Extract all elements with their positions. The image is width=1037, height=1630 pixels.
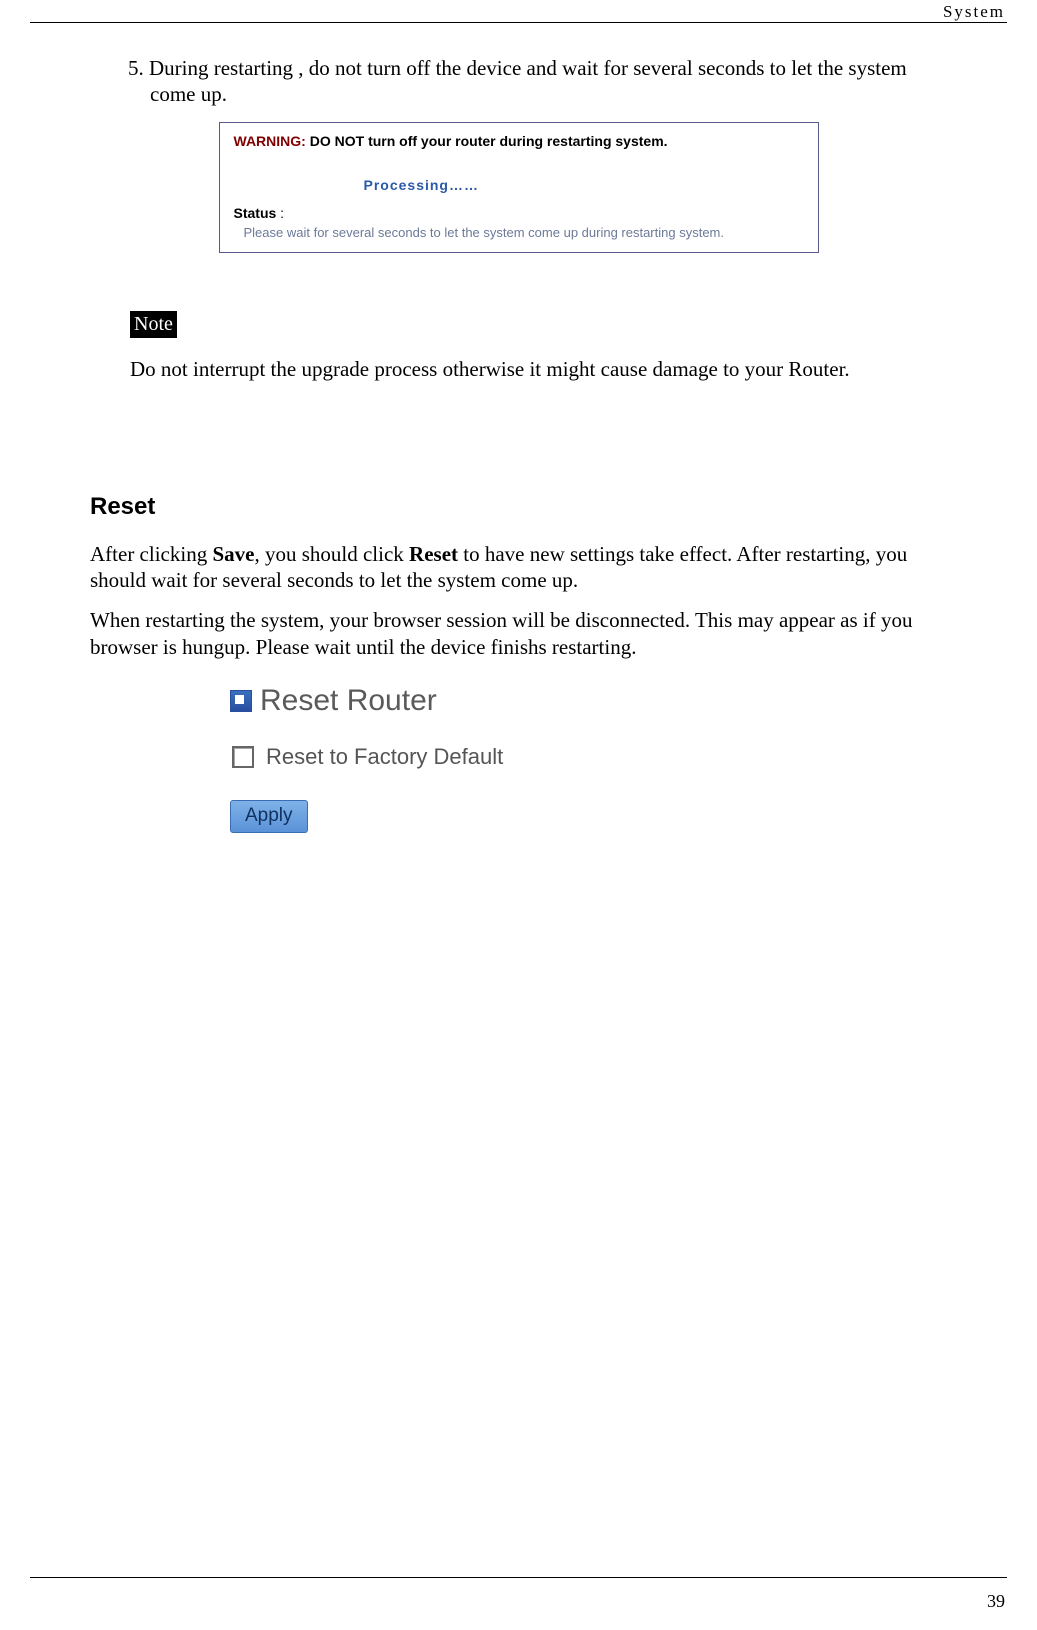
warning-rest: turn off your router during restarting s… [368, 133, 667, 149]
warning-box: WARNING: DO NOT turn off your router dur… [219, 122, 819, 253]
content: 5. During restarting , do not turn off t… [90, 0, 947, 833]
step-text: During restarting , do not turn off the … [149, 56, 907, 106]
reset-panel-icon [230, 690, 252, 712]
reset-p1-a: After clicking [90, 542, 212, 566]
status-line: Status : Please wait for several seconds… [234, 205, 804, 240]
status-label: Status [234, 205, 277, 221]
warning-prefix: WARNING: [234, 133, 306, 149]
footer-rule [30, 1577, 1007, 1578]
note-badge: Note [130, 311, 177, 338]
header-rule [30, 22, 1007, 23]
reset-factory-row: Reset to Factory Default [232, 744, 947, 770]
processing-label: Processing…… [364, 177, 804, 193]
reset-title-row: Reset Router [230, 684, 947, 718]
status-text: Please wait for several seconds to let t… [244, 225, 804, 240]
page: System 5. During restarting , do not tur… [0, 0, 1037, 1630]
reset-para-1: After clicking Save, you should click Re… [90, 541, 947, 594]
reset-panel-title: Reset Router [260, 684, 437, 718]
reset-factory-label: Reset to Factory Default [266, 744, 503, 770]
apply-button[interactable]: Apply [230, 800, 308, 833]
page-number: 39 [987, 1591, 1005, 1612]
reset-p1-reset: Reset [409, 542, 458, 566]
warning-donot: DO NOT [310, 133, 364, 149]
note-text: Do not interrupt the upgrade process oth… [130, 356, 947, 383]
reset-p1-save: Save [212, 542, 254, 566]
reset-heading: Reset [90, 493, 947, 521]
warning-title: WARNING: DO NOT turn off your router dur… [234, 133, 804, 149]
reset-factory-checkbox[interactable] [232, 746, 254, 768]
reset-p1-c: , you should click [254, 542, 409, 566]
reset-para-2: When restarting the system, your browser… [90, 607, 947, 660]
header-section-label: System [943, 2, 1005, 22]
step-5: 5. During restarting , do not turn off t… [90, 55, 947, 108]
status-colon: : [276, 205, 284, 221]
step-number: 5. [128, 56, 144, 80]
reset-panel: Reset Router Reset to Factory Default Ap… [230, 684, 947, 833]
